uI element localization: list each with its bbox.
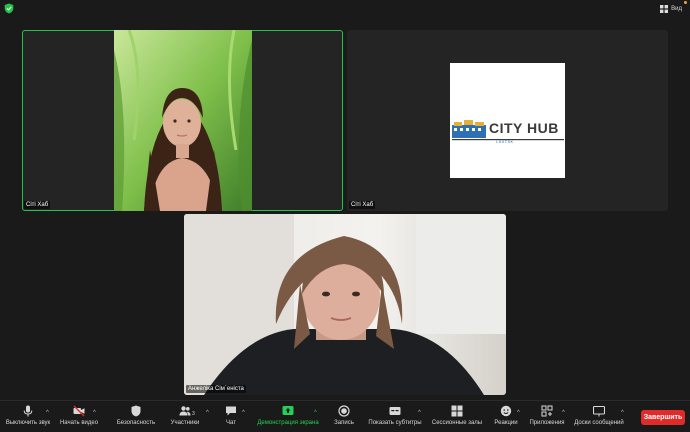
share-screen-icon — [282, 406, 294, 415]
chevron-up-icon[interactable]: ^ — [242, 410, 245, 416]
end-meeting-button[interactable]: Завершить — [641, 410, 685, 425]
chevron-up-icon[interactable]: ^ — [562, 410, 565, 416]
share-screen-label: Демонстрация экрана — [257, 420, 319, 426]
grid-view-icon — [660, 5, 669, 13]
apps-label: Приложения — [529, 420, 565, 426]
video-tile-3[interactable]: Анжеліка Сім`еніста — [184, 214, 506, 395]
captions-label: Показать субтитры — [368, 420, 422, 426]
city-hub-logo: CITY HUB LOUTSK — [450, 63, 565, 178]
chat-label: Чат — [226, 420, 236, 426]
participants-label: Участники — [170, 420, 200, 426]
participants-count: 3 — [192, 411, 195, 417]
video-tile-2[interactable]: CITY HUB LOUTSK Сіті Хаб — [347, 30, 668, 211]
meeting-toolbar: Выключить звук ^ Начать видео ^ Безопасн… — [0, 400, 690, 432]
view-label: Вид — [671, 6, 682, 12]
participants-button[interactable]: Участники — [166, 405, 204, 431]
participant-video-1 — [114, 30, 252, 211]
breakout-rooms-icon — [451, 405, 463, 417]
security-button[interactable]: Безопасность — [114, 405, 158, 431]
notification-dot — [684, 1, 687, 4]
whiteboard-icon — [593, 405, 605, 417]
record-label: Запись — [334, 420, 354, 426]
chat-button[interactable]: Чат — [220, 405, 242, 431]
apps-button[interactable]: Приложения — [527, 405, 567, 431]
mute-button[interactable]: Выключить звук — [4, 405, 52, 431]
video-off-icon — [73, 405, 85, 417]
whiteboard-label: Доски сообщений — [574, 420, 624, 426]
shield-icon — [131, 405, 141, 417]
chat-icon — [226, 406, 236, 416]
video-tile-1[interactable]: Сіті Хаб — [22, 30, 343, 211]
view-button[interactable]: Вид — [660, 3, 682, 15]
participant-name-label: Сіті Хаб — [24, 201, 51, 209]
emoji-icon — [500, 405, 512, 417]
participant-name-label: Анжеліка Сім`еніста — [186, 385, 246, 393]
security-label: Безопасность — [116, 420, 156, 426]
apps-icon — [541, 405, 553, 417]
record-button[interactable]: Запись — [332, 405, 356, 431]
start-video-button[interactable]: Начать видео — [57, 405, 101, 431]
chevron-up-icon[interactable]: ^ — [314, 410, 317, 416]
chevron-up-icon[interactable]: ^ — [206, 410, 209, 416]
shield-check-icon[interactable] — [4, 3, 14, 14]
record-icon — [338, 405, 350, 417]
breakout-rooms-button[interactable]: Сессионные залы — [430, 405, 484, 431]
share-screen-button[interactable]: Демонстрация экрана — [254, 405, 322, 431]
start-video-label: Начать видео — [59, 420, 99, 426]
reactions-label: Реакции — [494, 420, 518, 426]
microphone-icon — [23, 405, 33, 417]
reactions-button[interactable]: Реакции — [492, 405, 520, 431]
logo-subtitle: LOUTSK — [496, 141, 514, 145]
chevron-up-icon[interactable]: ^ — [517, 410, 520, 416]
participant-video-3 — [184, 214, 506, 395]
chevron-up-icon[interactable]: ^ — [46, 410, 49, 416]
mute-label: Выключить звук — [5, 420, 51, 426]
logo-wordmark: CITY HUB — [489, 120, 559, 136]
top-bar: Вид — [0, 0, 690, 18]
captions-icon — [389, 407, 401, 415]
chevron-up-icon[interactable]: ^ — [621, 410, 624, 416]
participants-icon — [179, 406, 191, 416]
captions-button[interactable]: Показать субтитры — [367, 405, 423, 431]
participant-name-label: Сіті Хаб — [349, 201, 376, 209]
chevron-up-icon[interactable]: ^ — [93, 410, 96, 416]
whiteboard-button[interactable]: Доски сообщений — [571, 405, 627, 431]
chevron-up-icon[interactable]: ^ — [418, 410, 421, 416]
breakout-rooms-label: Сессионные залы — [431, 420, 483, 426]
